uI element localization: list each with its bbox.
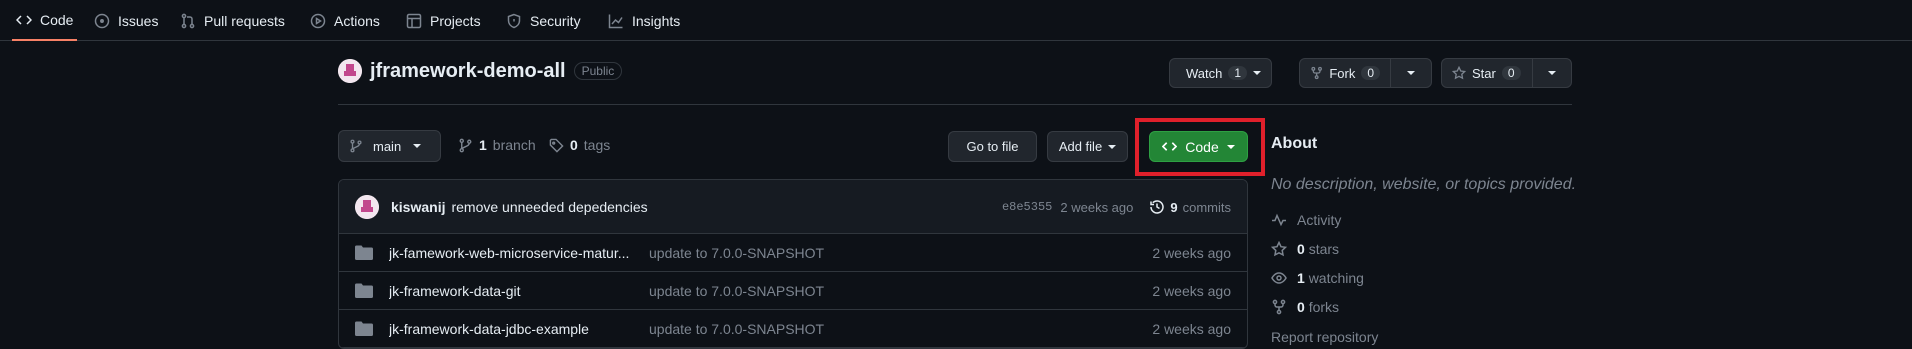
- watching-link[interactable]: 1 watching: [1271, 270, 1364, 286]
- folder-icon: [355, 283, 373, 298]
- file-row: jk-framework-data-jdbc-example update to…: [339, 310, 1247, 348]
- latest-commit-row: kiswanij remove unneeded depedencies e8e…: [339, 180, 1247, 234]
- tab-issues[interactable]: Issues: [94, 0, 158, 41]
- commit-author-link[interactable]: kiswanij: [391, 199, 445, 215]
- commit-sha-link[interactable]: e8e5355: [1002, 200, 1052, 214]
- fork-count: 0: [1361, 66, 1380, 80]
- tab-projects[interactable]: Projects: [406, 0, 481, 41]
- chevron-down-icon: [1108, 144, 1117, 149]
- branches-link[interactable]: 1 branch: [458, 137, 536, 153]
- file-row: jk-famework-web-microservice-matur... up…: [339, 234, 1247, 272]
- tag-icon: [549, 138, 564, 153]
- fork-dropdown-button[interactable]: [1390, 58, 1432, 88]
- identicon-icon: [355, 194, 379, 219]
- go-to-file-button[interactable]: Go to file: [948, 131, 1037, 162]
- chevron-down-icon: [1253, 71, 1262, 75]
- branch-select-button[interactable]: main: [338, 130, 441, 162]
- tab-code[interactable]: Code: [12, 0, 78, 41]
- about-heading: About: [1271, 135, 1318, 152]
- star-icon: [1271, 241, 1287, 257]
- issue-icon: [94, 13, 110, 28]
- fork-icon: [1311, 66, 1322, 80]
- graph-icon: [608, 14, 623, 28]
- star-icon: [1452, 66, 1466, 80]
- file-age: 2 weeks ago: [1152, 244, 1231, 261]
- activity-link[interactable]: Activity: [1271, 212, 1341, 228]
- branch-icon: [459, 138, 472, 152]
- eye-icon: [1271, 272, 1287, 284]
- tags-link[interactable]: 0 tags: [549, 137, 610, 153]
- folder-icon: [355, 321, 373, 336]
- visibility-badge: Public: [573, 62, 623, 80]
- pull-request-icon: [181, 13, 195, 28]
- file-list: kiswanij remove unneeded depedencies e8e…: [338, 179, 1248, 349]
- repo-header: jframework-demo-all Public: [338, 59, 623, 83]
- history-icon: [1150, 200, 1165, 214]
- tab-pull-requests[interactable]: Pull requests: [180, 0, 285, 41]
- file-name-link[interactable]: jk-famework-web-microservice-matur...: [389, 245, 639, 261]
- commits-history-link[interactable]: 9 commits: [1149, 199, 1231, 215]
- chevron-down-icon: [1548, 71, 1556, 75]
- fork-button[interactable]: Fork 0: [1299, 58, 1391, 88]
- file-commit-message-link[interactable]: update to 7.0.0-SNAPSHOT: [649, 245, 824, 261]
- commit-message-link[interactable]: remove unneeded depedencies: [451, 199, 647, 215]
- star-button[interactable]: Star 0: [1441, 58, 1533, 88]
- pulse-icon: [1272, 213, 1286, 227]
- identicon-icon: [338, 59, 362, 83]
- play-icon: [310, 13, 326, 28]
- header-divider: [338, 104, 1572, 105]
- owner-avatar[interactable]: [338, 59, 362, 83]
- watch-button[interactable]: Watch 1: [1169, 58, 1272, 88]
- tab-actions[interactable]: Actions: [310, 0, 380, 41]
- code-icon: [16, 14, 32, 25]
- highlight-box: [1135, 118, 1265, 176]
- repo-nav: Code Issues Pull requests Actions Projec…: [0, 0, 1912, 41]
- branch-icon: [350, 139, 362, 153]
- author-avatar[interactable]: [355, 194, 379, 219]
- file-commit-message-link[interactable]: update to 7.0.0-SNAPSHOT: [649, 321, 824, 337]
- repo-name-link[interactable]: jframework-demo-all: [370, 60, 566, 83]
- file-name-link[interactable]: jk-framework-data-jdbc-example: [389, 321, 639, 337]
- commit-age: 2 weeks ago: [1060, 199, 1134, 215]
- star-dropdown-button[interactable]: [1532, 58, 1572, 88]
- file-age: 2 weeks ago: [1152, 320, 1231, 337]
- tab-insights[interactable]: Insights: [608, 0, 680, 41]
- folder-icon: [355, 245, 373, 260]
- forks-link[interactable]: 0 forks: [1271, 299, 1339, 315]
- file-name-link[interactable]: jk-framework-data-git: [389, 283, 639, 299]
- tab-security[interactable]: Security: [506, 0, 581, 41]
- file-row: jk-framework-data-git update to 7.0.0-SN…: [339, 272, 1247, 310]
- stars-link[interactable]: 0 stars: [1271, 241, 1339, 257]
- report-repository-link[interactable]: Report repository: [1271, 329, 1378, 345]
- table-icon: [406, 13, 422, 28]
- file-age: 2 weeks ago: [1152, 282, 1231, 299]
- fork-icon: [1272, 299, 1286, 315]
- file-commit-message-link[interactable]: update to 7.0.0-SNAPSHOT: [649, 283, 824, 299]
- watch-count: 1: [1228, 66, 1248, 80]
- star-count: 0: [1501, 66, 1521, 80]
- chevron-down-icon: [413, 144, 422, 148]
- shield-icon: [507, 13, 521, 28]
- chevron-down-icon: [1407, 71, 1415, 75]
- add-file-button[interactable]: Add file: [1047, 131, 1128, 162]
- about-description: No description, website, or topics provi…: [1271, 176, 1577, 193]
